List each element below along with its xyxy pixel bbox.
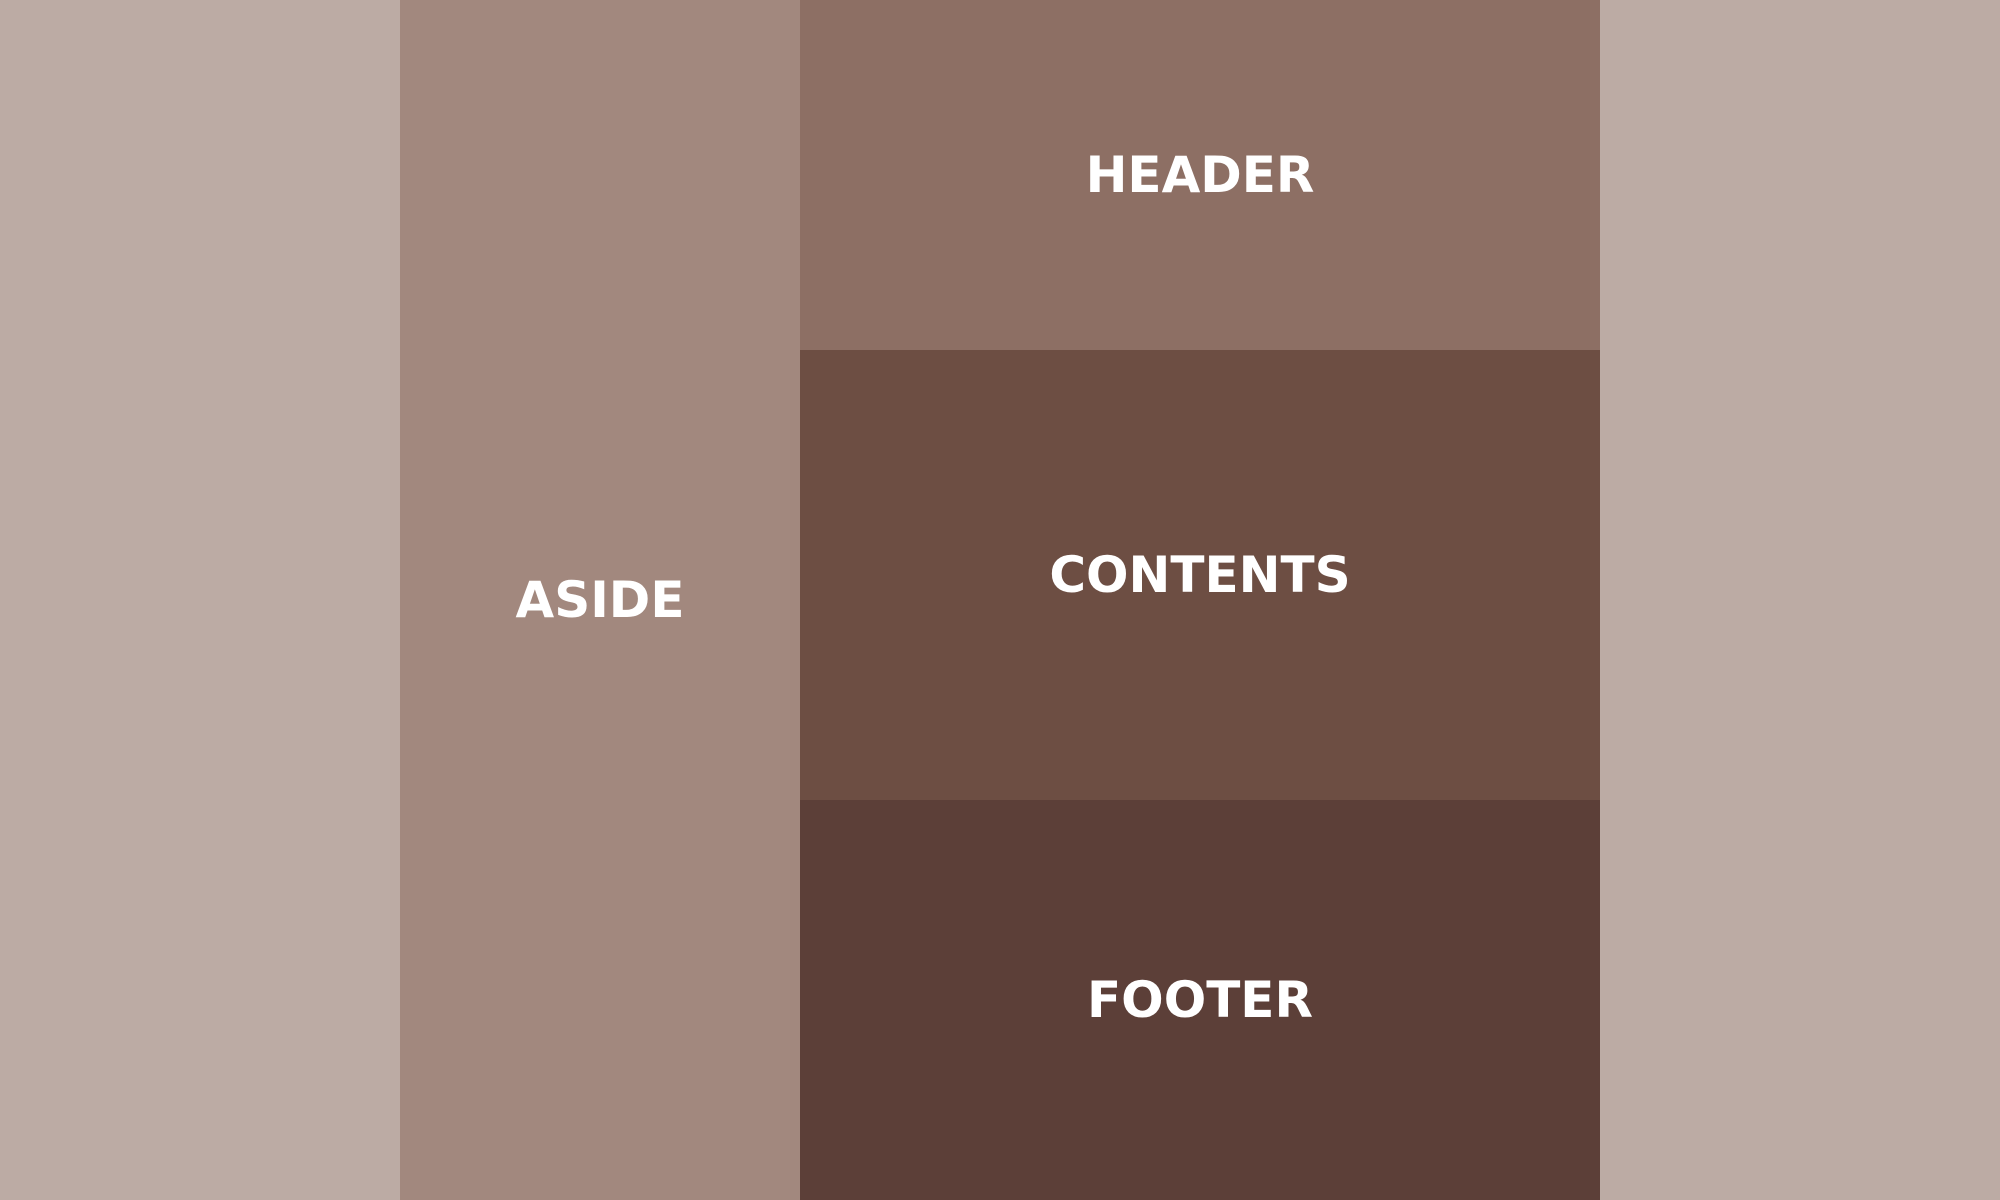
footer-region: FOOTER [800, 800, 1600, 1200]
contents-region: CONTENTS [800, 350, 1600, 800]
footer-label: FOOTER [1087, 971, 1313, 1029]
layout-canvas: ASIDE HEADER CONTENTS FOOTER [0, 0, 2000, 1200]
aside-region: ASIDE [400, 0, 800, 1200]
header-region: HEADER [800, 0, 1600, 350]
contents-label: CONTENTS [1049, 546, 1351, 604]
header-label: HEADER [1085, 146, 1315, 204]
aside-label: ASIDE [515, 571, 685, 629]
